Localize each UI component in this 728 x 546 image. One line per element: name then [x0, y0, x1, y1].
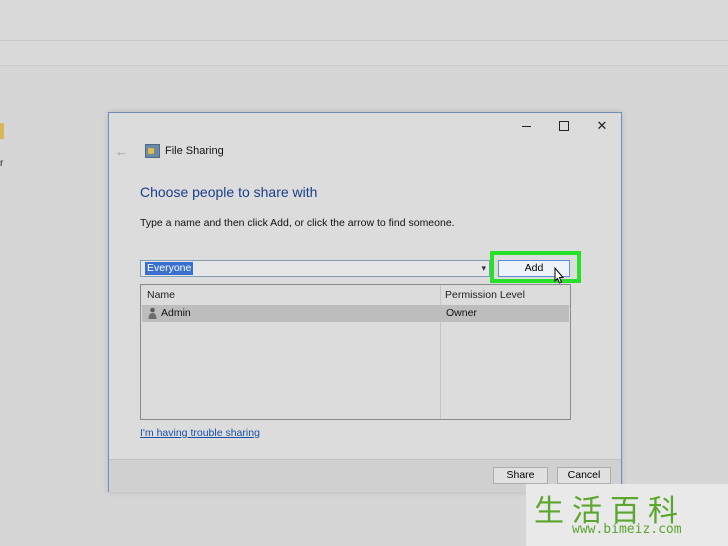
window-controls: ✕ [507, 113, 621, 139]
name-combobox-value[interactable]: Everyone [145, 262, 194, 275]
dialog-heading: Choose people to share with [140, 184, 318, 200]
watermark-url: www.bimeiz.com [572, 522, 682, 537]
background-folder-icon [0, 123, 4, 139]
close-icon: ✕ [596, 118, 608, 133]
maximize-button[interactable] [545, 113, 583, 139]
column-header-name[interactable]: Name [147, 289, 175, 301]
minimize-icon [521, 125, 531, 127]
row-name: Admin [161, 307, 191, 319]
list-header: Name Permission Level [141, 285, 570, 306]
dialog-instruction: Type a name and then click Add, or click… [140, 217, 455, 229]
dialog-nav-row: ← File Sharing [115, 143, 224, 159]
chevron-down-icon[interactable]: ▾ [481, 261, 486, 276]
cancel-button[interactable]: Cancel [557, 467, 611, 484]
file-sharing-icon [145, 144, 160, 158]
name-combobox[interactable]: Everyone ▾ [140, 260, 490, 277]
watermark: 生活百科 www.bimeiz.com [526, 484, 728, 546]
table-row[interactable]: Admin Owner [142, 305, 569, 322]
user-icon [148, 307, 157, 319]
column-header-permission[interactable]: Permission Level [445, 289, 525, 301]
background-folder-label: r [0, 158, 4, 169]
trouble-sharing-link[interactable]: I'm having trouble sharing [140, 427, 260, 439]
background-address-bar [0, 41, 728, 66]
background-toolbar [0, 0, 728, 41]
file-sharing-dialog: ✕ ← File Sharing Choose people to share … [108, 112, 622, 492]
maximize-icon [559, 121, 569, 131]
dialog-title: File Sharing [165, 145, 224, 157]
back-arrow-icon[interactable]: ← [115, 144, 135, 159]
row-permission[interactable]: Owner [446, 307, 477, 319]
share-button[interactable]: Share [493, 467, 548, 484]
minimize-button[interactable] [507, 113, 545, 139]
close-button[interactable]: ✕ [583, 113, 621, 139]
sharing-list: Name Permission Level Admin Owner [140, 284, 571, 420]
